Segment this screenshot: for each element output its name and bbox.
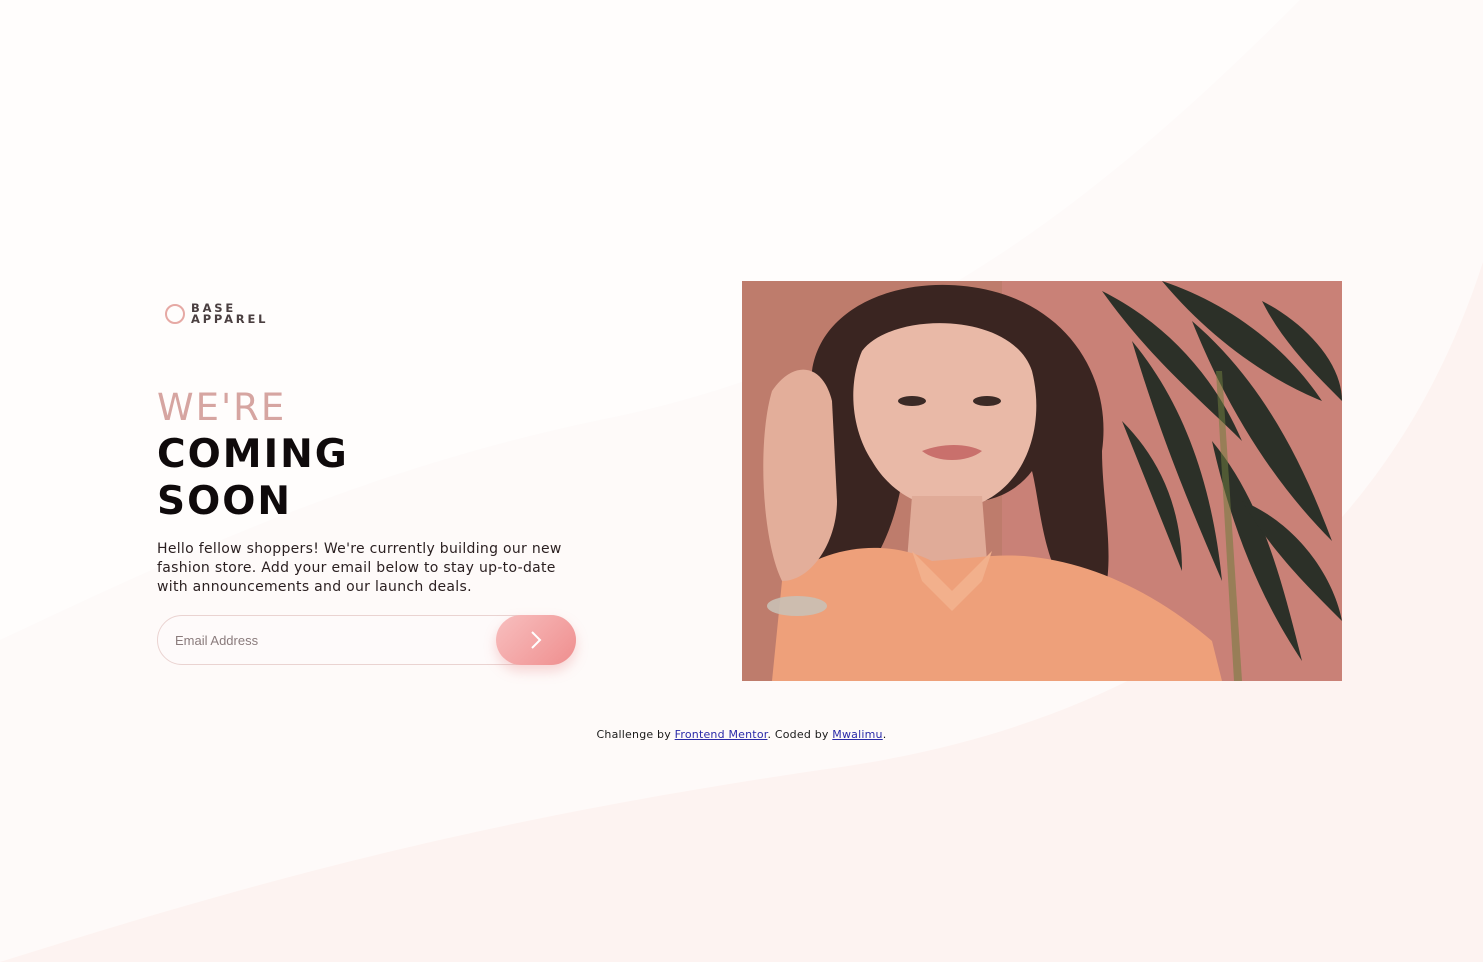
title-dark-line-1: COMING (157, 432, 349, 477)
logo-line-2: APPAREL (191, 312, 269, 326)
intro-text: Hello fellow shoppers! We're currently b… (157, 541, 562, 595)
footer-suffix: . (882, 728, 887, 741)
logo-wordmark: BASE APPAREL (191, 302, 269, 326)
logo-circle-icon (165, 304, 185, 324)
brand-logo[interactable]: BASE APPAREL (165, 302, 269, 326)
chevron-right-icon (531, 631, 542, 649)
submit-button[interactable] (496, 615, 576, 665)
frontend-mentor-link[interactable]: Frontend Mentor (675, 728, 768, 741)
footer-middle: . Coded by (767, 728, 829, 741)
email-input[interactable] (158, 616, 488, 664)
page-title: WE'RE COMING SOON (157, 384, 349, 525)
email-signup-form (157, 615, 576, 665)
title-dark-line-2: SOON (157, 479, 293, 524)
hero-image (742, 281, 1342, 681)
footer-prefix: Challenge by (596, 728, 671, 741)
title-light: WE'RE (157, 386, 287, 429)
attribution-footer: Challenge by Frontend Mentor. Coded by M… (0, 728, 1483, 741)
author-link[interactable]: Mwalimu (832, 728, 882, 741)
woman-portrait-icon (742, 281, 1342, 681)
